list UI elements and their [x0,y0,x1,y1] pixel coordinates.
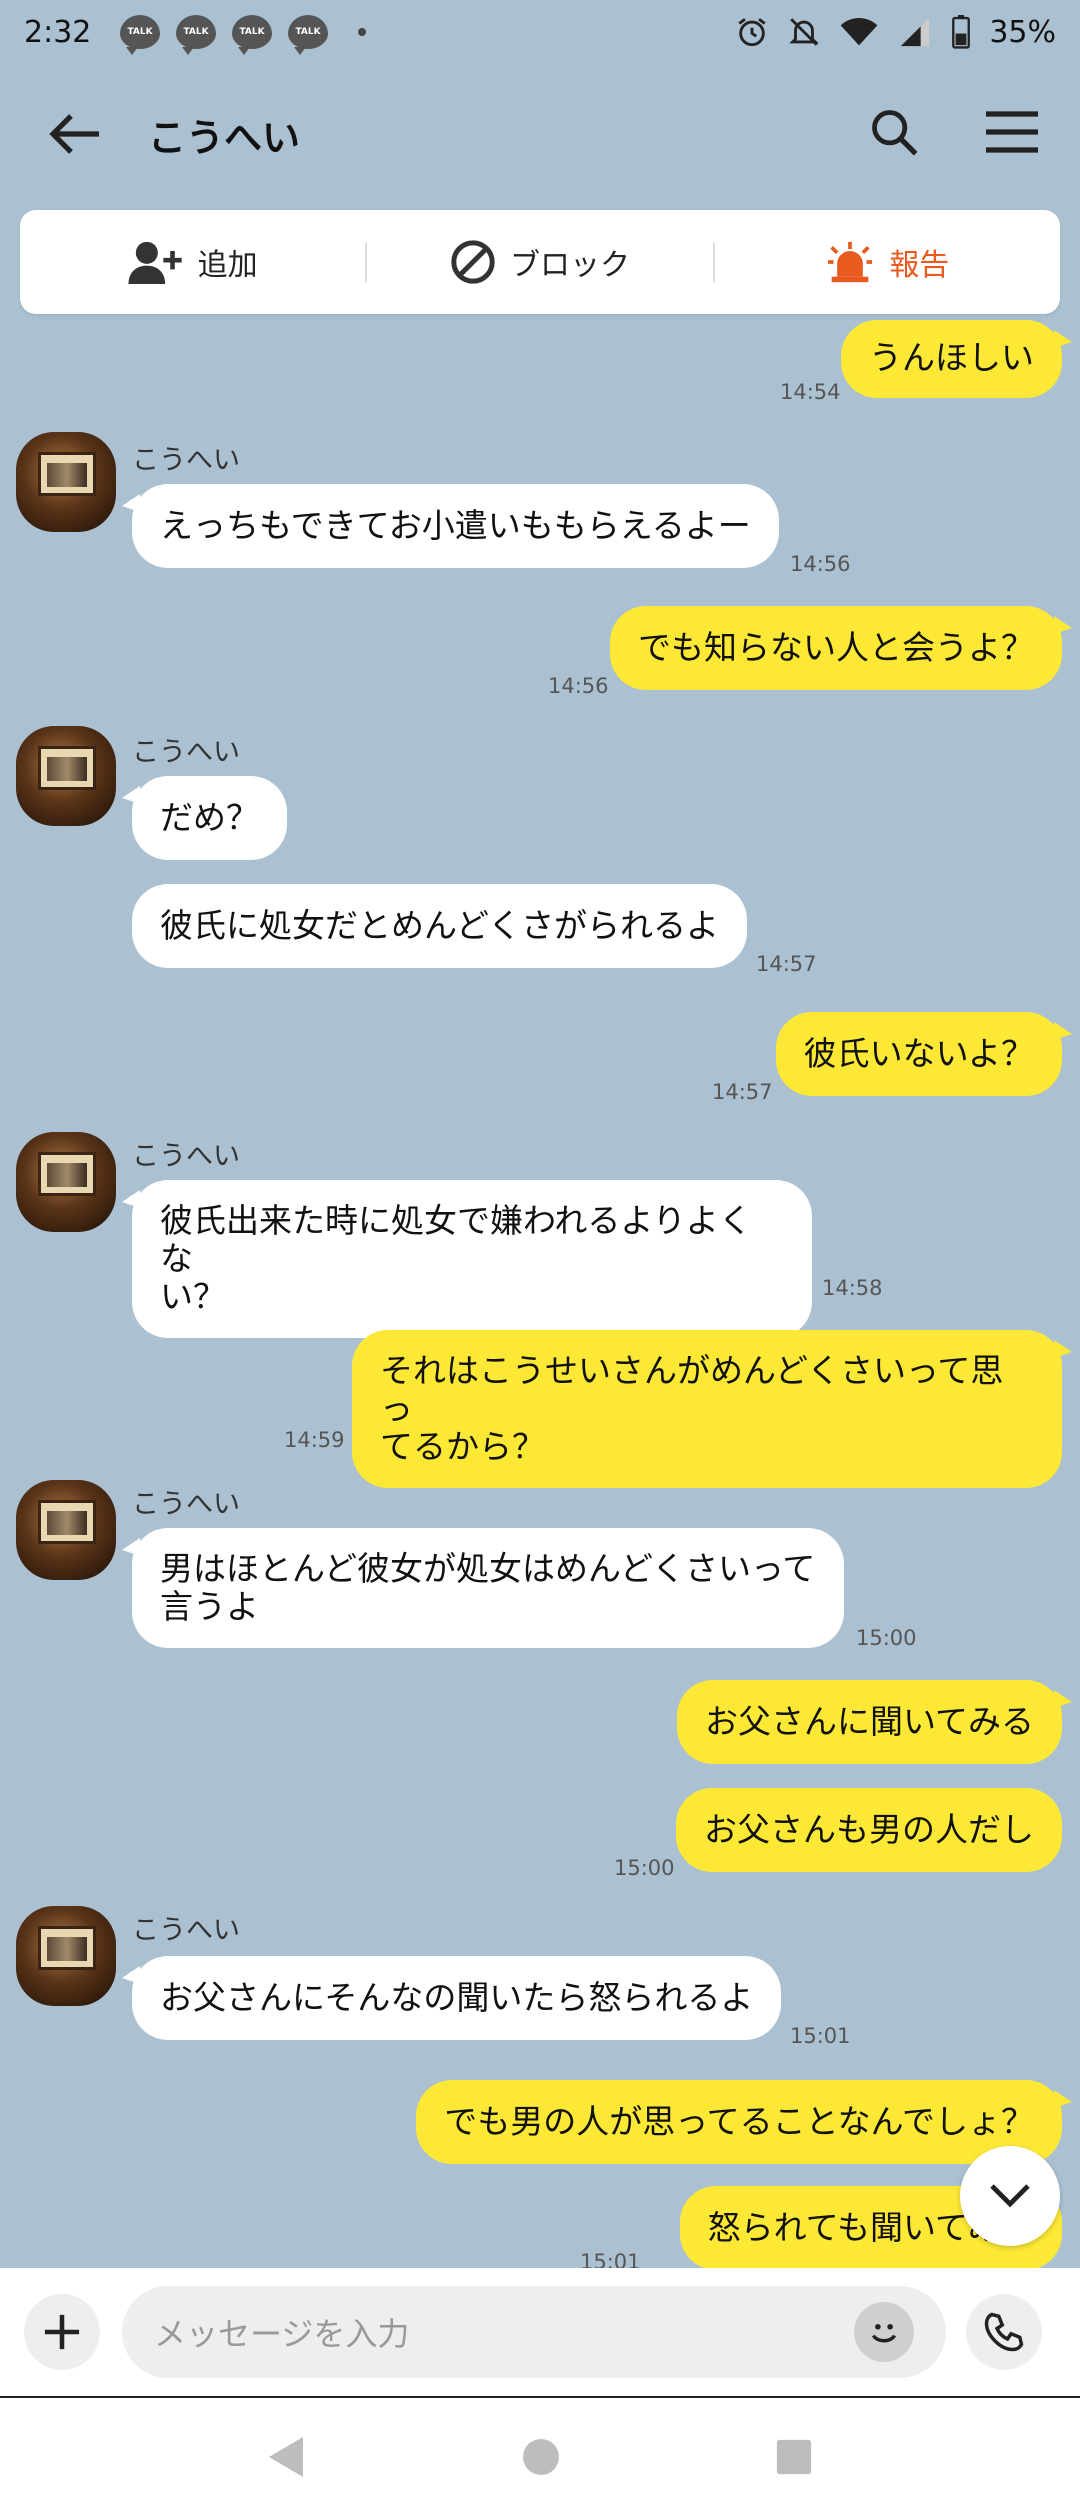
talk-notification-icon: TALK [232,15,272,55]
incoming-message[interactable]: お父さんにそんなの聞いたら怒られるよ [121,1956,782,2040]
sender-name: こうへい [132,1489,240,1520]
menu-button[interactable] [984,110,1040,158]
friend-action-bar: 追加 ブロック 報告 [20,210,1060,314]
message-timestamp: 15:01 [580,2250,641,2270]
message-input[interactable]: メッセージを入力 [122,2286,946,2378]
outgoing-message[interactable]: お父さんも男の人だし [676,1788,1062,1872]
message-line: い？ [160,1276,226,1316]
add-friend-label: 追加 [197,248,258,283]
voice-call-button[interactable] [966,2294,1042,2370]
sender-name: こうへい [132,1915,240,1946]
emoji-icon [871,2323,897,2343]
talk-notification-icon: TALK [120,15,160,55]
message-line: それはこうせいさんがめんどくさいって思っ [380,1351,1004,1428]
nav-back-button[interactable] [267,2435,307,2483]
report-button[interactable]: 報告 [715,210,1060,314]
message-timestamp: 14:56 [790,552,851,576]
square-recents-icon [776,2439,812,2475]
talk-notification-icon: TALK [288,15,328,55]
emoji-button[interactable] [854,2302,914,2362]
plus-icon [44,2314,80,2350]
incoming-message[interactable]: えっちもできてお小遣いももらえるよー [122,484,779,568]
message-line: てるから？ [380,1426,545,1466]
sender-name: こうへい [132,445,240,476]
status-time: 2:32 [24,14,92,50]
sender-avatar[interactable] [16,726,116,826]
block-icon [451,240,495,284]
chat-message-list[interactable]: 14:54 うんほしい こうへい えっちもできてお小遣いももらえるよー 14:5… [0,320,1080,2270]
message-timestamp: 14:57 [756,952,817,976]
add-person-icon [128,241,182,284]
arrow-left-icon [49,114,99,154]
incoming-message[interactable]: 男はほとんど彼女が処女はめんどくさいって 言うよ [122,1528,844,1648]
outgoing-message[interactable]: お父さんに聞いてみる [676,1680,1073,1764]
message-timestamp: 15:01 [790,2024,851,2048]
sender-avatar[interactable] [16,1906,116,2006]
incoming-message[interactable]: だめ？ [122,776,287,860]
phone-icon [984,2312,1024,2352]
status-icons: 35% [735,15,1056,50]
outgoing-message[interactable]: でも男の人が思ってることなんでしょ？ [416,2080,1072,2164]
attach-plus-button[interactable] [24,2294,100,2370]
search-icon [872,110,918,156]
add-friend-button[interactable]: 追加 [20,210,365,314]
message-line: 彼氏出来た時に処女で嫌われるよりよくな [160,1201,752,1278]
talk-notification-icon: TALK [176,15,216,55]
siren-icon [828,241,873,283]
message-line: 言うよ [160,1586,259,1626]
sender-name: こうへい [132,737,240,768]
scroll-to-bottom-button[interactable] [960,2146,1060,2246]
outgoing-message[interactable]: それはこうせいさんがめんどくさいって思っ てるから？ [352,1330,1072,1488]
circle-home-icon [523,2439,559,2475]
sender-avatar[interactable] [16,1480,116,1580]
message-timestamp: 14:57 [712,1080,773,1104]
status-bar: 2:32 TALK TALK TALK TALK 35% [0,0,1080,64]
message-timestamp: 14:56 [548,674,609,698]
incoming-message[interactable]: 彼氏に処女だとめんどくさがられるよ [132,884,748,968]
chat-title: こうへい [148,115,301,160]
back-button[interactable] [40,99,110,169]
chevron-down-icon [990,2184,1030,2208]
nav-recents-button[interactable] [775,2438,813,2480]
message-timestamp: 15:00 [856,1626,917,1650]
battery-percentage: 35% [989,14,1056,50]
mute-bell-icon [789,18,820,46]
message-line: 男はほとんど彼女が処女はめんどくさいって [160,1549,816,1588]
battery-icon [952,15,971,49]
message-timestamp: 15:00 [614,1856,675,1880]
sender-avatar[interactable] [16,432,116,532]
outgoing-message[interactable]: うんほしい [841,320,1072,398]
nav-home-button[interactable] [521,2437,561,2481]
message-timestamp: 14:54 [780,380,841,404]
outgoing-message[interactable]: 彼氏いないよ？ [775,1012,1073,1096]
wifi-icon [840,18,878,46]
signal-icon [901,17,930,47]
hamburger-menu-icon [986,111,1038,153]
more-notifications-dot [358,28,366,36]
block-label: ブロック [509,248,630,283]
alarm-icon [738,18,766,47]
message-input-placeholder: メッセージを入力 [154,2315,410,2353]
report-label: 報告 [889,248,950,283]
sender-avatar[interactable] [16,1132,116,1232]
message-timestamp: 14:59 [284,1428,345,1452]
block-button[interactable]: ブロック [367,210,712,314]
search-button[interactable] [868,106,920,162]
sender-name: こうへい [132,1141,240,1172]
chat-header: こうへい [0,64,1080,204]
outgoing-message[interactable]: でも知らない人と会うよ？ [610,606,1072,690]
incoming-message[interactable]: 彼氏出来た時に処女で嫌われるよりよくな い？ [122,1180,812,1338]
message-input-bar: メッセージを入力 [0,2268,1080,2396]
message-timestamp: 14:58 [822,1276,883,1300]
triangle-back-icon [269,2437,303,2477]
system-navigation-bar [0,2396,1080,2520]
